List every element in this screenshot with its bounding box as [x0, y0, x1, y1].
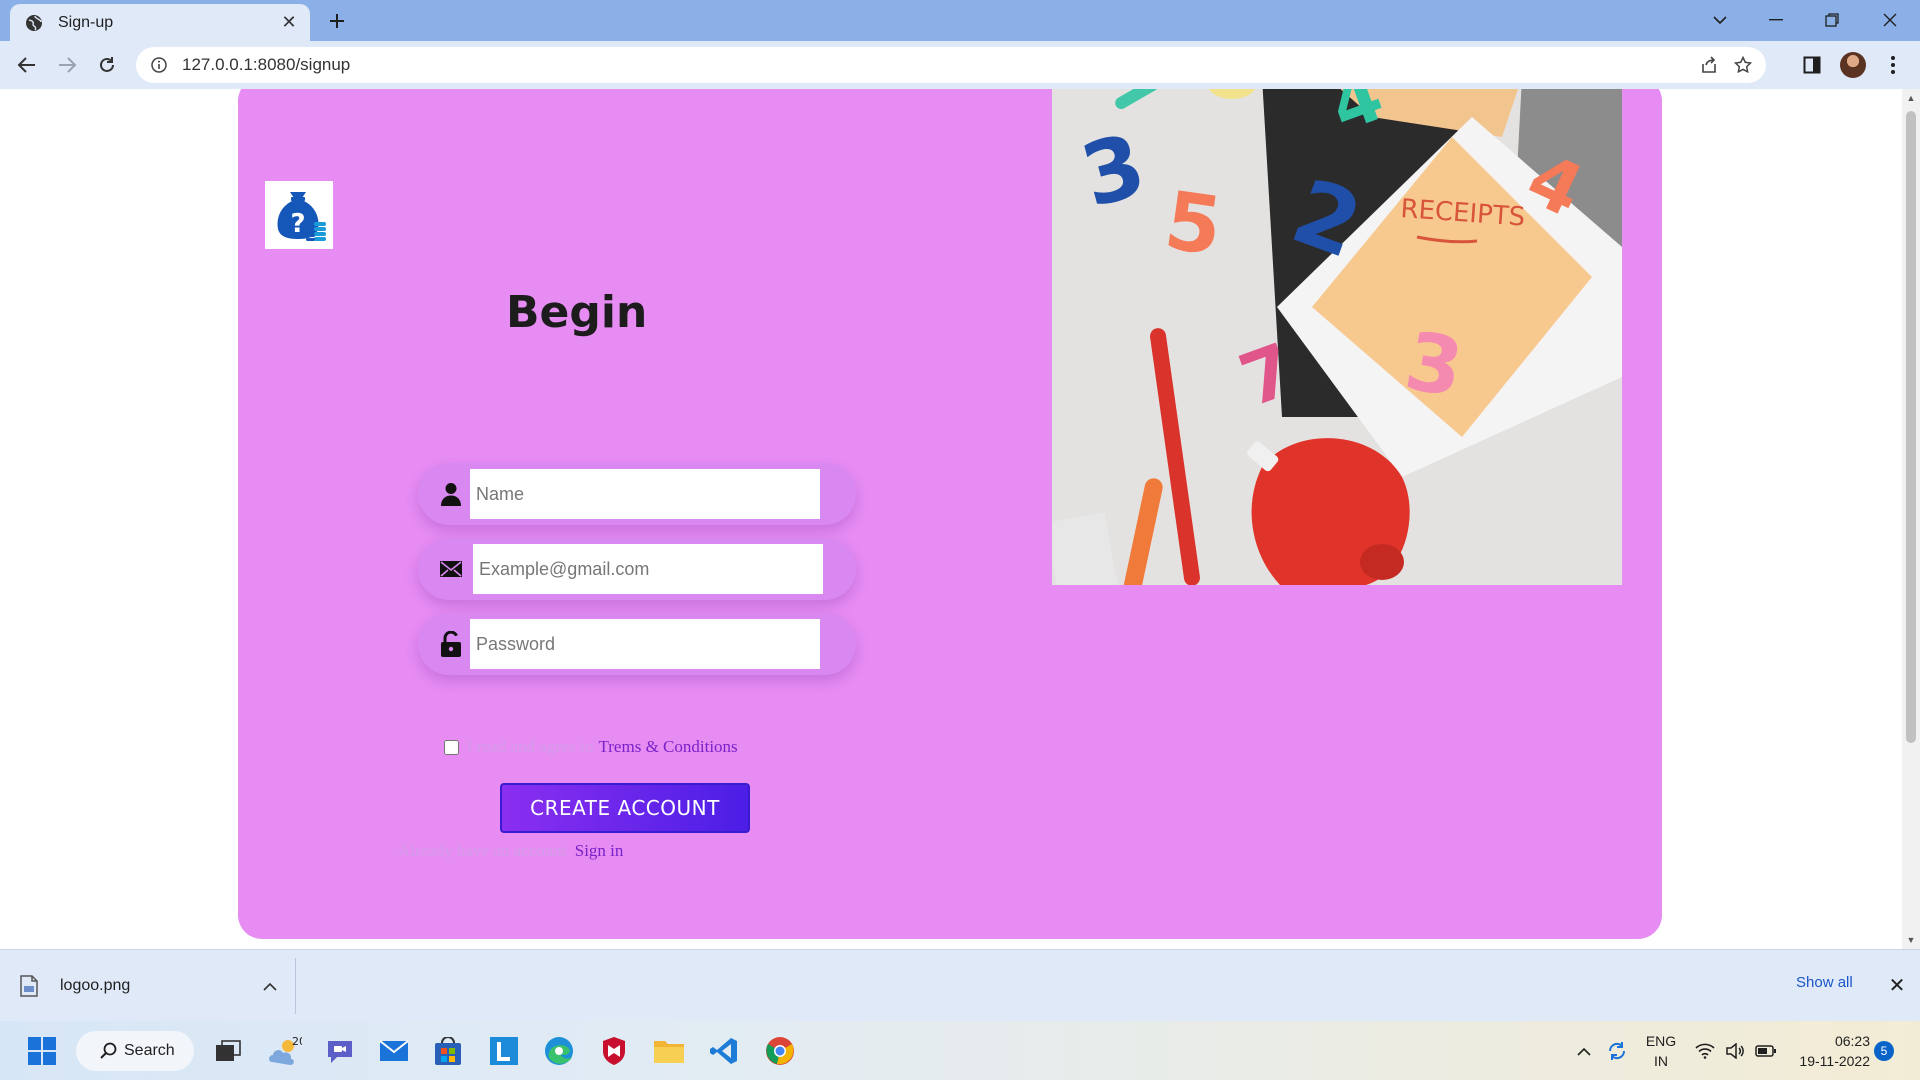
vscode-icon[interactable] — [704, 1031, 744, 1071]
browser-toolbar: 127.0.0.1:8080/signup — [0, 41, 1920, 89]
clock-date: 19-11-2022 — [1799, 1053, 1870, 1069]
terms-link[interactable]: Trems & Conditions — [598, 737, 737, 757]
taskbar-clock[interactable]: 06:23 19-11-2022 — [1790, 1031, 1870, 1071]
profile-avatar-button[interactable] — [1838, 50, 1868, 80]
scroll-down-arrow-icon[interactable]: ▼ — [1906, 935, 1916, 945]
side-panel-icon[interactable] — [1797, 50, 1827, 80]
weather-icon[interactable]: 20° — [264, 1031, 304, 1071]
windows-start-icon[interactable] — [22, 1031, 62, 1071]
password-input[interactable] — [470, 619, 820, 669]
envelope-icon — [438, 556, 464, 582]
svg-text:?: ? — [290, 209, 305, 239]
avatar — [1840, 52, 1866, 78]
windows-taskbar: Search 20° ENG IN — [0, 1021, 1920, 1080]
tab-title: Sign-up — [58, 13, 114, 31]
reload-icon[interactable] — [92, 50, 122, 80]
restore-icon[interactable] — [1812, 4, 1852, 36]
terms-checkbox[interactable] — [444, 739, 459, 755]
money-bag-question-icon: ? — [265, 181, 333, 249]
file-explorer-icon[interactable] — [649, 1031, 689, 1071]
signup-card: ? Begin Name Example@gmail.com I read an… — [238, 89, 1662, 939]
browser-tab-bar: Sign-up ✕ — [0, 0, 1920, 41]
clock-time: 06:23 — [1834, 1033, 1870, 1049]
weather-temp: 20° — [292, 1036, 302, 1048]
download-bar: logoo.png Show all ✕ — [0, 949, 1920, 1021]
l-app-icon[interactable] — [484, 1031, 524, 1071]
close-icon[interactable]: ✕ — [278, 12, 300, 34]
wifi-icon[interactable] — [1692, 1035, 1718, 1067]
browser-tab[interactable]: Sign-up ✕ — [10, 4, 310, 41]
kebab-icon[interactable] — [1878, 50, 1908, 80]
chrome-icon[interactable] — [760, 1031, 800, 1071]
taskbar-search[interactable]: Search — [76, 1031, 194, 1071]
tab-search-chevron-icon[interactable] — [1700, 4, 1740, 36]
signin-row: Already have an account Sign in — [398, 841, 623, 861]
taskbar-search-label: Search — [124, 1042, 175, 1059]
language-indicator[interactable]: ENG IN — [1644, 1031, 1678, 1071]
info-icon[interactable] — [150, 56, 168, 74]
chevron-up-icon[interactable] — [258, 974, 282, 998]
battery-icon[interactable] — [1752, 1035, 1780, 1067]
email-input[interactable] — [473, 544, 823, 594]
page-title: Begin — [506, 287, 648, 338]
new-tab-button[interactable] — [323, 7, 351, 35]
arrow-right-icon[interactable] — [52, 50, 82, 80]
email-field-wrapper — [418, 538, 856, 600]
url-text: 127.0.0.1:8080/signup — [182, 55, 351, 74]
divider — [295, 958, 296, 1014]
scroll-up-arrow-icon[interactable]: ▲ — [1906, 93, 1916, 103]
download-item[interactable]: logoo.png — [20, 960, 282, 1012]
microsoft-store-icon[interactable] — [428, 1031, 468, 1071]
show-all-button[interactable]: Show all — [1796, 974, 1853, 991]
sync-icon[interactable] — [1602, 1035, 1632, 1067]
name-field-wrapper — [418, 463, 856, 525]
minimize-icon[interactable] — [1756, 4, 1796, 36]
edge-browser-icon[interactable] — [539, 1031, 579, 1071]
mcafee-shield-icon[interactable] — [594, 1031, 634, 1071]
signin-link[interactable]: Sign in — [575, 841, 624, 860]
language-region: IN — [1654, 1053, 1668, 1069]
create-account-button[interactable]: CREATE ACCOUNT — [500, 783, 750, 833]
scroll-thumb[interactable] — [1906, 111, 1916, 743]
search-icon — [100, 1042, 117, 1059]
file-icon — [20, 975, 38, 997]
arrow-left-icon[interactable] — [12, 50, 42, 80]
share-icon[interactable] — [1694, 47, 1724, 83]
hero-image: RECEIPTS 3 5 2 4 4 3 7 — [1052, 89, 1622, 585]
language-code: ENG — [1645, 1033, 1677, 1049]
page-scrollbar[interactable]: ▲ ▼ — [1902, 89, 1920, 949]
teams-chat-icon[interactable] — [320, 1031, 360, 1071]
chevron-up-icon[interactable] — [1572, 1035, 1596, 1067]
terms-row: I read and agree to Trems & Conditions — [444, 737, 738, 757]
task-view-icon[interactable] — [208, 1031, 248, 1071]
download-file-name: logoo.png — [60, 977, 131, 994]
mail-icon[interactable] — [374, 1031, 414, 1071]
notification-badge[interactable]: 5 — [1874, 1041, 1894, 1061]
signin-text: Already have an account — [398, 841, 567, 860]
terms-text: I read and agree to — [467, 737, 594, 756]
page-viewport: ? Begin Name Example@gmail.com I read an… — [0, 89, 1902, 949]
star-icon[interactable] — [1728, 47, 1758, 83]
globe-icon — [24, 13, 44, 33]
user-icon — [438, 481, 464, 507]
close-icon[interactable]: ✕ — [1884, 972, 1910, 998]
password-field-wrapper — [418, 613, 856, 675]
volume-icon[interactable] — [1722, 1035, 1748, 1067]
unlock-icon — [438, 631, 464, 657]
address-bar[interactable]: 127.0.0.1:8080/signup — [136, 47, 1766, 83]
close-window-icon[interactable] — [1870, 4, 1910, 36]
name-input[interactable] — [470, 469, 820, 519]
